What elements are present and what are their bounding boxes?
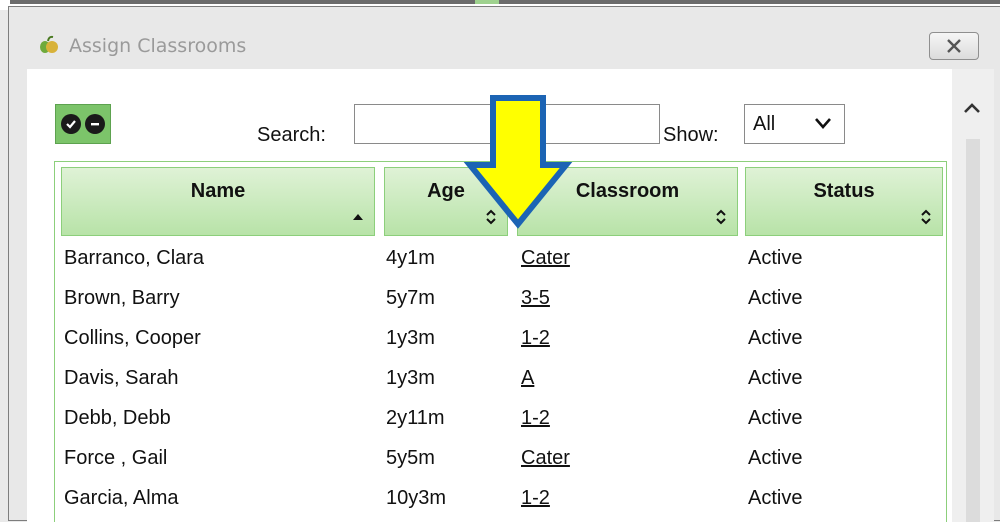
background-bar (10, 0, 1000, 4)
scroll-thumb[interactable] (966, 139, 980, 522)
cell-name: Collins, Cooper (64, 327, 201, 349)
cell-status: Active (748, 407, 803, 429)
table-row: Davis, Sarah 1y3m A Active (55, 359, 946, 399)
expand-all-icon (66, 120, 76, 129)
cell-status: Active (748, 287, 803, 309)
column-header-name[interactable]: Name (61, 167, 375, 236)
background-accent (475, 0, 499, 4)
cell-age: 2y11m (386, 407, 445, 429)
title-bar: Assign Classrooms (9, 7, 1000, 69)
cell-name: Barranco, Clara (64, 247, 205, 269)
table-row: Garcia, Alma 10y3m 1-2 Active (55, 479, 946, 519)
cell-age: 5y7m (386, 287, 435, 309)
cell-classroom-link[interactable]: 1-2 (521, 327, 550, 350)
show-filter-value: All (753, 112, 776, 135)
column-header-label: Name (190, 180, 246, 202)
app-apple-icon (40, 35, 58, 53)
close-icon (947, 39, 961, 53)
cell-age: 1y3m (386, 367, 435, 389)
cell-name: Force , Gail (64, 447, 168, 469)
column-header-status[interactable]: Status (745, 167, 943, 236)
sort-ascending-icon (353, 214, 363, 220)
cell-name: Debb, Debb (64, 407, 171, 429)
cell-name: Davis, Sarah (64, 367, 179, 389)
cell-age: 4y1m (386, 247, 435, 269)
cell-status: Active (748, 367, 803, 389)
cell-status: Active (748, 447, 803, 469)
table-row: Barranco, Clara 4y1m Cater Active (55, 239, 946, 279)
dialog-title: Assign Classrooms (69, 35, 247, 57)
close-button[interactable] (929, 32, 979, 60)
cell-classroom-link[interactable]: Cater (521, 447, 570, 470)
cell-status: Active (748, 327, 803, 349)
cell-classroom-link[interactable]: A (521, 367, 534, 390)
column-header-label: Status (813, 180, 875, 202)
table-row: Collins, Cooper 1y3m 1-2 Active (55, 319, 946, 359)
cell-classroom-link[interactable]: Cater (521, 247, 570, 270)
table-row: Force , Gail 5y5m Cater Active (55, 439, 946, 479)
sort-icon (716, 209, 726, 225)
sort-icon (921, 209, 931, 225)
vertical-scrollbar[interactable] (952, 69, 994, 522)
show-filter-select[interactable]: All (744, 104, 845, 144)
scroll-up-icon[interactable] (960, 97, 984, 121)
collapse-all-icon (91, 123, 99, 126)
cell-classroom-link[interactable]: 1-2 (521, 487, 550, 510)
cell-age: 10y3m (386, 487, 447, 509)
cell-classroom-link[interactable]: 1-2 (521, 407, 550, 430)
table-row: Debb, Debb 2y11m 1-2 Active (55, 399, 946, 439)
cell-name: Garcia, Alma (64, 487, 179, 509)
cell-status: Active (748, 247, 803, 269)
cell-age: 5y5m (386, 447, 435, 469)
expand-collapse-group (55, 104, 111, 144)
cell-name: Brown, Barry (64, 287, 180, 309)
collapse-all-button[interactable] (85, 114, 105, 134)
assign-classrooms-dialog: Assign Classrooms Search: Show: All Name… (8, 6, 1000, 522)
cell-classroom-link[interactable]: 3-5 (521, 287, 550, 310)
cell-status: Active (748, 487, 803, 509)
chevron-down-icon (815, 118, 831, 129)
table-row: Brown, Barry 5y7m 3-5 Active (55, 279, 946, 319)
expand-all-button[interactable] (61, 114, 81, 134)
cell-age: 1y3m (386, 327, 435, 349)
callout-arrow-icon (463, 95, 573, 229)
show-label: Show: (663, 124, 719, 146)
search-label: Search: (257, 124, 326, 146)
